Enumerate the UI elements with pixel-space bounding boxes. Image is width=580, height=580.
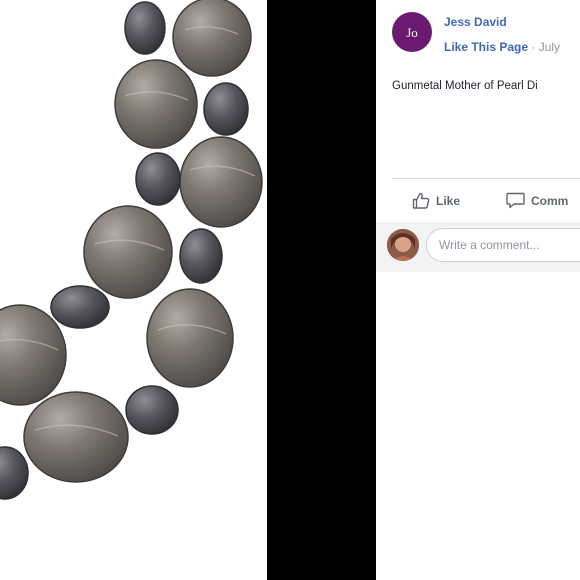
- user-photo-icon: [387, 229, 419, 261]
- page-name-link[interactable]: Jess David: [444, 15, 507, 29]
- pearl-bead: [146, 288, 234, 388]
- post-text: Gunmetal Mother of Pearl Di: [392, 80, 538, 92]
- pearl-bead: [0, 446, 29, 500]
- black-divider: [267, 0, 376, 580]
- pearl-bead: [135, 152, 181, 206]
- comment-bubble-icon: [506, 192, 525, 209]
- comment-composer: [376, 222, 580, 272]
- post-date[interactable]: July: [539, 40, 560, 54]
- facebook-post: Jo Jess David Like This Page · July Gunm…: [376, 0, 580, 580]
- comment-label: Comm: [531, 193, 569, 208]
- pearl-bead: [50, 285, 110, 329]
- product-photo[interactable]: [0, 0, 267, 580]
- thumbs-up-icon: [412, 192, 430, 209]
- like-page-link[interactable]: Like This Page: [444, 40, 528, 54]
- pearl-bead: [23, 391, 129, 483]
- user-avatar[interactable]: [387, 229, 419, 261]
- pearl-bead: [114, 59, 198, 149]
- like-button[interactable]: Like: [412, 192, 460, 209]
- comment-button[interactable]: Comm: [506, 192, 568, 209]
- meta-separator: ·: [531, 40, 536, 54]
- like-label: Like: [436, 193, 461, 208]
- pearl-bead: [83, 205, 173, 299]
- pearl-bead: [203, 82, 249, 136]
- post-meta: Like This Page · July: [444, 40, 560, 54]
- pearl-bead: [179, 136, 263, 228]
- page-avatar[interactable]: Jo: [392, 12, 432, 52]
- pearl-bead: [179, 228, 223, 284]
- pearl-bead: [124, 1, 166, 55]
- pearl-bead: [172, 0, 252, 77]
- action-divider: [392, 178, 580, 179]
- action-bar: Like Comm: [412, 192, 568, 209]
- comment-input[interactable]: [426, 228, 580, 262]
- necklace-image: [0, 0, 263, 500]
- pearl-bead: [125, 385, 179, 435]
- page-logo-icon: Jo: [406, 24, 418, 40]
